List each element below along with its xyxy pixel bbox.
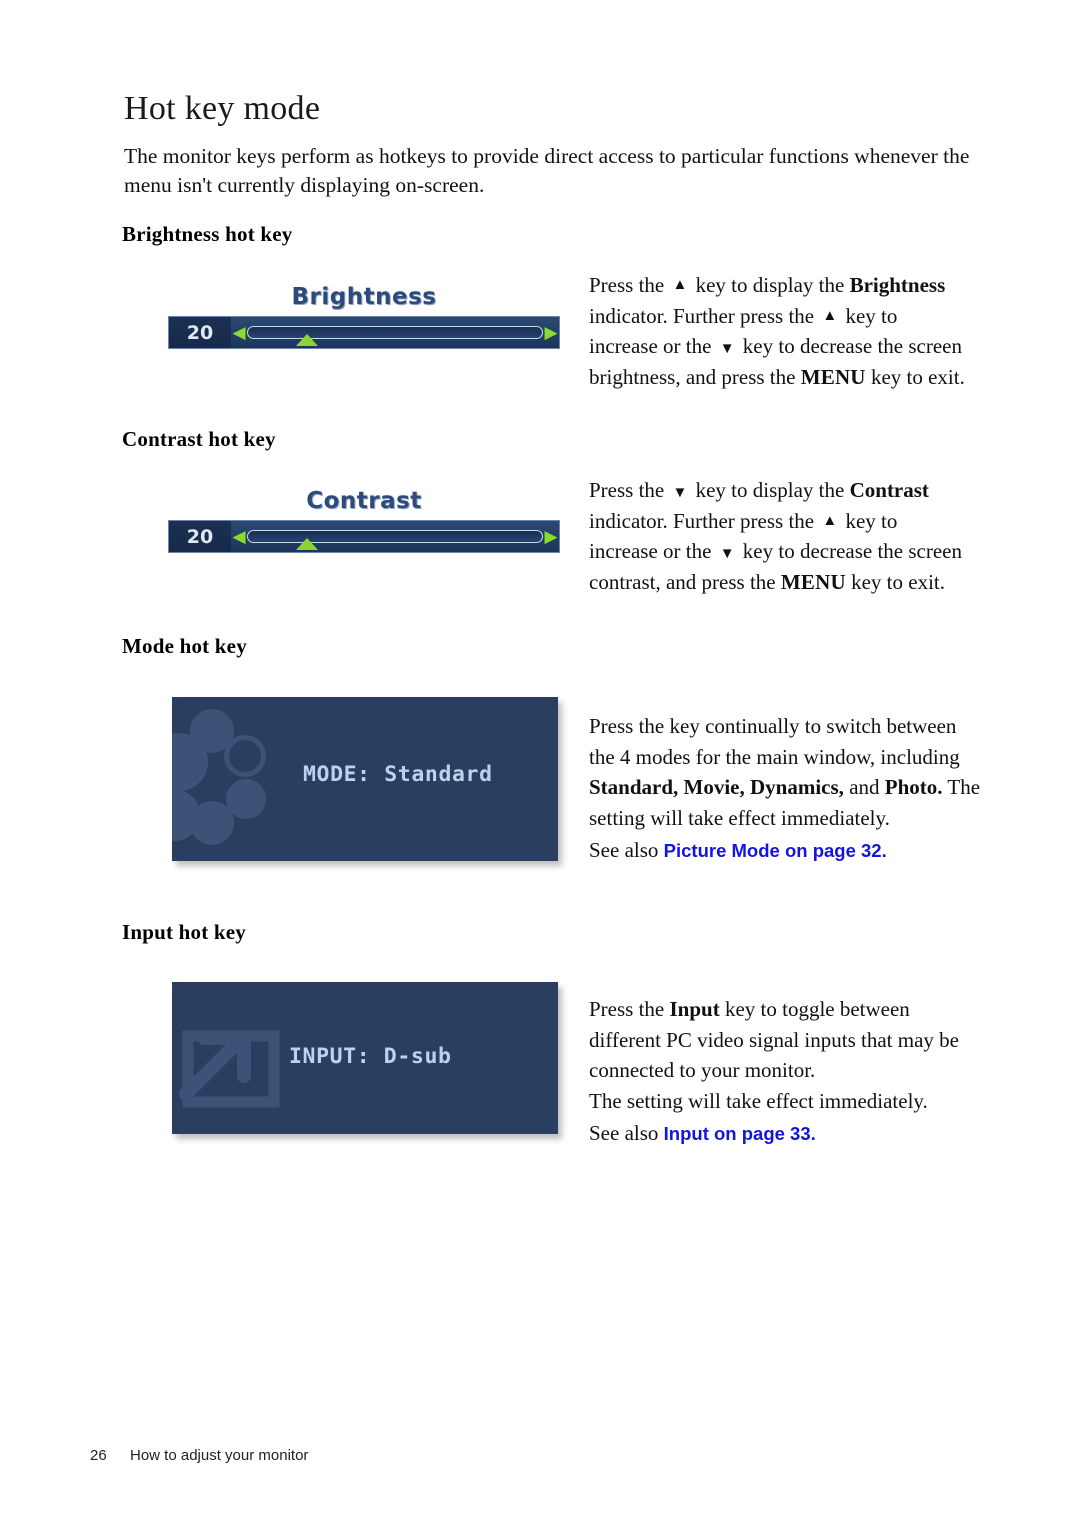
footer-page-number: 26	[90, 1447, 107, 1464]
link-period: .	[881, 840, 887, 861]
description-brightness-line-1: Press the ▲ key to display the Brightnes…	[589, 273, 946, 297]
osd-mode-panel: MODE: Standard	[172, 697, 558, 861]
description-brightness-line-3: increase or the ▼ key to decrease the sc…	[589, 334, 963, 358]
osd-contrast-title: Contrast	[305, 487, 422, 515]
description-mode-line-2: the 4 modes for the main window, includi…	[589, 744, 960, 769]
footer-chapter-title: How to adjust your monitor	[130, 1447, 309, 1464]
description-brightness-line-2: indicator. Further press the ▲ key to	[589, 303, 898, 328]
osd-brightness-value: 20	[169, 317, 231, 348]
osd-brightness-thumb[interactable]	[295, 334, 318, 346]
osd-brightness-bar: 20 ◀ ▶	[168, 316, 560, 349]
link-input[interactable]: Input on page 33	[664, 1123, 811, 1144]
section-heading-contrast: Contrast hot key	[122, 427, 276, 451]
osd-brightness-title: Brightness	[290, 283, 437, 311]
description-contrast-line-4: contrast, and press the MENU key to exit…	[589, 569, 945, 594]
osd-input-panel: INPUT: D-sub	[172, 982, 558, 1134]
section-heading-mode: Mode hot key	[122, 634, 247, 658]
description-input-line-3: connected to your monitor.	[589, 1058, 816, 1082]
section-heading-input: Input hot key	[122, 920, 246, 944]
description-mode-line-3: Standard, Movie, Dynamics, and Photo. Th…	[589, 775, 981, 799]
osd-brightness: Brightness 20 ◀ ▶	[168, 283, 560, 356]
link-period: .	[810, 1123, 816, 1144]
description-input: Press the Input key to toggle between di…	[589, 994, 989, 1150]
document-page: Hot key mode The monitor keys perform as…	[0, 0, 1080, 1528]
description-contrast-line-1: Press the ▼ key to display the Contrast	[589, 478, 929, 502]
section-heading-brightness: Brightness hot key	[122, 222, 293, 246]
description-input-line-2: different PC video signal inputs that ma…	[589, 1027, 959, 1052]
osd-input-label: INPUT: D-sub	[289, 1044, 452, 1069]
osd-brightness-right-arrow-icon[interactable]: ▶	[543, 324, 559, 341]
page-footer: 26 How to adjust your monitor	[90, 1447, 308, 1464]
osd-contrast-thumb[interactable]	[295, 538, 318, 550]
description-input-line-4: The setting will take effect immediately…	[589, 1088, 928, 1113]
osd-contrast-value: 20	[169, 521, 231, 552]
osd-brightness-track-wrap[interactable]	[247, 317, 543, 348]
osd-brightness-track[interactable]	[247, 326, 543, 346]
description-mode-line-1: Press the key continually to switch betw…	[589, 714, 957, 738]
osd-contrast-bar: 20 ◀ ▶	[168, 520, 560, 553]
osd-contrast-right-arrow-icon[interactable]: ▶	[543, 528, 559, 545]
ring-circle-icon	[224, 735, 266, 777]
osd-contrast-track[interactable]	[247, 530, 543, 550]
osd-mode-label: MODE: Standard	[303, 762, 493, 787]
description-mode: Press the key continually to switch betw…	[589, 711, 989, 867]
osd-contrast: Contrast 20 ◀ ▶	[168, 487, 560, 560]
external-link-arrow-icon	[178, 1016, 290, 1112]
circle-icon	[190, 801, 234, 845]
see-also-mode: See also Picture Mode on page 32.	[589, 838, 887, 862]
osd-contrast-left-arrow-icon[interactable]: ◀	[231, 528, 247, 545]
description-brightness: Press the ▲ key to display the Brightnes…	[589, 270, 989, 392]
page-title: Hot key mode	[124, 90, 321, 127]
intro-paragraph: The monitor keys perform as hotkeys to p…	[124, 144, 970, 197]
osd-contrast-track-wrap[interactable]	[247, 521, 543, 552]
description-brightness-line-4: brightness, and press the MENU key to ex…	[589, 364, 965, 389]
description-contrast-line-3: increase or the ▼ key to decrease the sc…	[589, 539, 963, 563]
osd-brightness-left-arrow-icon[interactable]: ◀	[231, 324, 247, 341]
description-input-line-1: Press the Input key to toggle between	[589, 997, 910, 1021]
description-mode-line-4: setting will take effect immediately.	[589, 805, 890, 830]
see-also-input: See also Input on page 33.	[589, 1121, 816, 1145]
description-contrast-line-2: indicator. Further press the ▲ key to	[589, 508, 898, 533]
description-contrast: Press the ▼ key to display the Contrast …	[589, 475, 989, 597]
link-picture-mode[interactable]: Picture Mode on page 32	[664, 840, 882, 861]
